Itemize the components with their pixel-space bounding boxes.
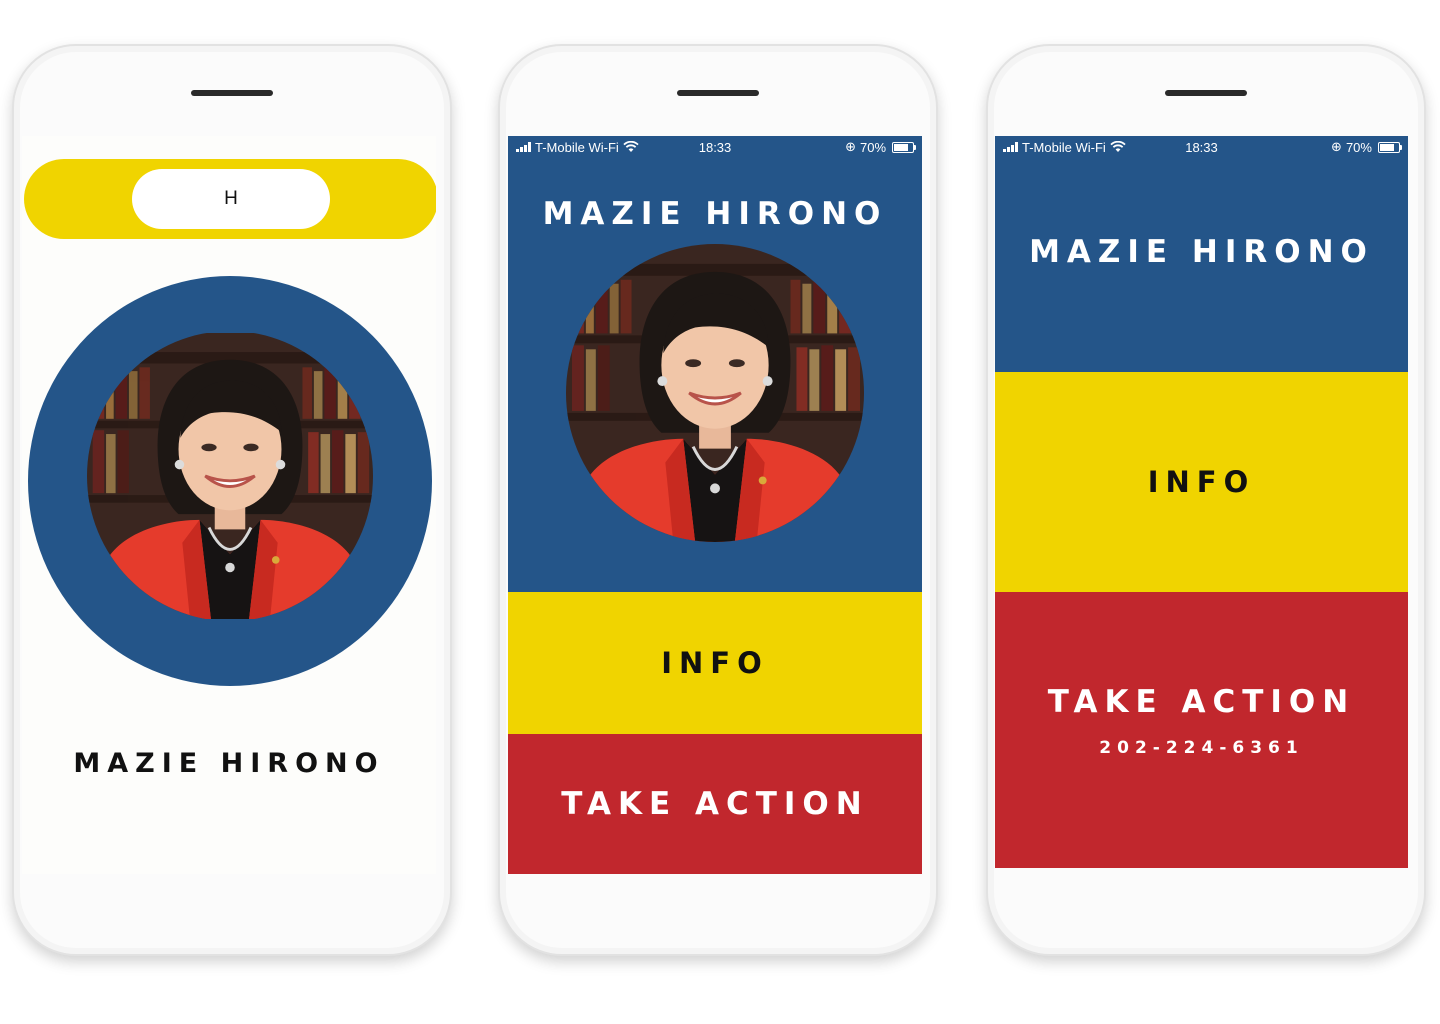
info-button[interactable]: INFO [995,372,1408,592]
action-header: T-Mobile Wi-Fi 18:33 ⊕ 70% MAZIE HIRONO [995,136,1408,372]
screen-search: H MAZIE HIRONO [22,136,436,874]
carrier-label: T-Mobile Wi-Fi [535,139,619,155]
senator-name: MAZIE HIRONO [1029,234,1374,270]
profile-header: T-Mobile Wi-Fi 18:33 ⊕ 70% MAZIE HIRONO [508,136,922,592]
battery-icon [1377,141,1402,153]
carrier-label: T-Mobile Wi-Fi [1022,139,1106,155]
senator-photo [87,331,373,621]
senator-photo-ring[interactable] [28,276,432,686]
wifi-icon [1110,141,1126,152]
status-bar: T-Mobile Wi-Fi 18:33 ⊕ 70% [508,136,922,158]
status-bar: T-Mobile Wi-Fi 18:33 ⊕ 70% [995,136,1408,158]
screen-action: T-Mobile Wi-Fi 18:33 ⊕ 70% MAZIE HIRONO … [995,136,1408,868]
wifi-icon [623,141,639,152]
search-input[interactable]: H [132,169,330,229]
take-action-button[interactable]: TAKE ACTION [508,734,922,874]
signal-icon [516,142,531,152]
phone-speaker [677,90,759,96]
phone-mockup-search: H MAZIE HIRONO [12,44,452,956]
battery-icon [892,141,917,153]
status-time: 18:33 [1185,139,1218,155]
status-time: 18:33 [698,139,732,155]
search-bar: H [24,159,436,239]
take-action-label: TAKE ACTION [1047,684,1356,720]
senator-name: MAZIE HIRONO [542,196,888,232]
signal-icon [1003,142,1018,152]
phone-speaker [1165,90,1247,96]
battery-percent: 70% [859,139,887,155]
info-button[interactable]: INFO [508,592,922,734]
battery-percent: 70% [1345,139,1372,155]
orientation-lock-icon: ⊕ [1331,139,1342,154]
phone-mockup-profile: T-Mobile Wi-Fi 18:33 ⊕ 70% MAZIE HIRONO … [498,44,938,956]
app-mockup-showcase: H MAZIE HIRONO T-Mobile Wi-Fi 18:33 ⊕ 70… [0,0,1440,1024]
take-action-panel[interactable]: TAKE ACTION 202-224-6361 [995,592,1408,868]
phone-speaker [191,90,273,96]
screen-profile: T-Mobile Wi-Fi 18:33 ⊕ 70% MAZIE HIRONO … [508,136,922,874]
senator-photo [566,244,864,542]
phone-mockup-action: T-Mobile Wi-Fi 18:33 ⊕ 70% MAZIE HIRONO … [986,44,1426,956]
orientation-lock-icon: ⊕ [845,139,856,154]
phone-number-link[interactable]: 202-224-6361 [995,738,1408,758]
senator-name[interactable]: MAZIE HIRONO [22,748,436,779]
